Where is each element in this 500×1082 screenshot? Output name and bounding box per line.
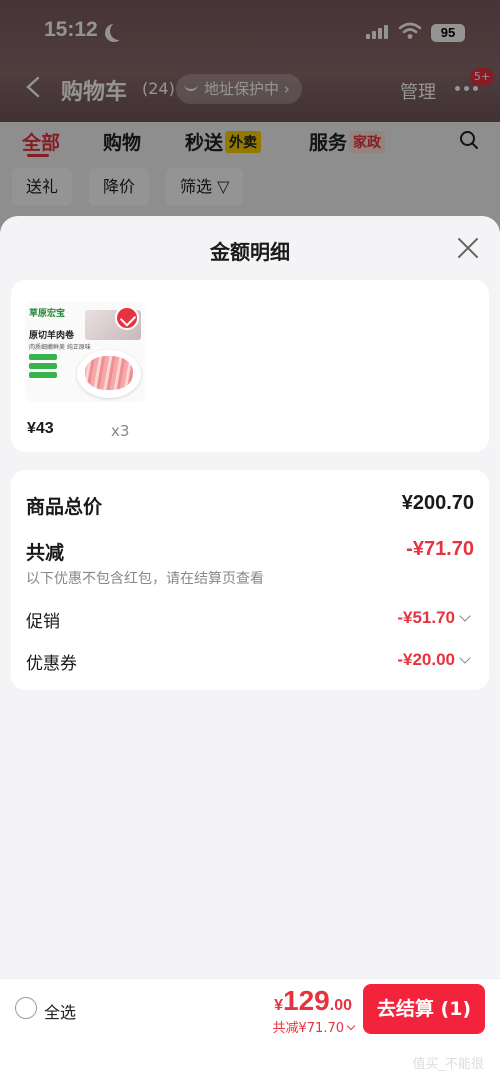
close-icon[interactable] (456, 236, 480, 260)
goods-total-label: 商品总价 (26, 496, 103, 518)
discount-note: 以下优惠不包含红包，请在结算页查看 (26, 571, 264, 587)
product-price: ¥43 (27, 420, 54, 437)
promotion-value: -¥51.70 (397, 608, 455, 627)
discount-summary: 共减¥71.70 (272, 1021, 345, 1036)
sheet-title: 金额明细 (210, 240, 290, 264)
package-badge (29, 363, 57, 369)
select-all-label[interactable]: 全选 (44, 999, 76, 1023)
total-discount-value: -¥71.70 (406, 538, 474, 560)
amount-detail-sheet: 金额明细 草原宏宝 原切羊肉卷 肉质细嫩鲜美 纯正原味 ¥43 x3 商品总价 … (0, 216, 500, 1082)
select-all-radio[interactable] (15, 997, 37, 1019)
lamb-rolls (85, 356, 133, 390)
discount-detail-toggle[interactable]: 共减¥71.70 (272, 1017, 356, 1036)
package-badge (29, 354, 57, 360)
chevron-down-icon (459, 610, 471, 622)
promotion-label: 促销 (26, 612, 60, 632)
product-card: 草原宏宝 原切羊肉卷 肉质细嫩鲜美 纯正原味 ¥43 x3 (11, 280, 489, 452)
price-summary-card: 商品总价 ¥200.70 共减 -¥71.70 以下优惠不包含红包，请在结算页查… (11, 470, 489, 690)
brand-logo: 草原宏宝 (29, 309, 66, 319)
goods-total-value: ¥200.70 (401, 492, 474, 514)
coupon-value: -¥20.00 (397, 650, 455, 669)
total-integer: 129 (283, 985, 330, 1016)
chevron-down-icon (459, 652, 471, 664)
package-subtitle: 肉质细嫩鲜美 纯正原味 (29, 344, 91, 351)
product-quantity: x3 (111, 422, 130, 440)
total-price: ¥129.00 (274, 985, 352, 1017)
total-discount-label: 共减 (26, 542, 65, 564)
watermark: 值买_不能很 (412, 1057, 484, 1072)
coupon-label: 优惠券 (26, 654, 77, 674)
package-name: 原切羊肉卷 (29, 331, 75, 341)
checkout-bar: 全选 ¥129.00 共减¥71.70 去结算 (1) 值买_不能很 (0, 978, 500, 1082)
meat-plate (77, 350, 141, 398)
selected-check-icon (115, 306, 139, 330)
package-badge (29, 372, 57, 378)
total-decimal: .00 (329, 997, 352, 1014)
chevron-down-icon (346, 1021, 356, 1031)
currency-symbol: ¥ (274, 997, 284, 1014)
checkout-button[interactable]: 去结算 (1) (363, 984, 485, 1034)
